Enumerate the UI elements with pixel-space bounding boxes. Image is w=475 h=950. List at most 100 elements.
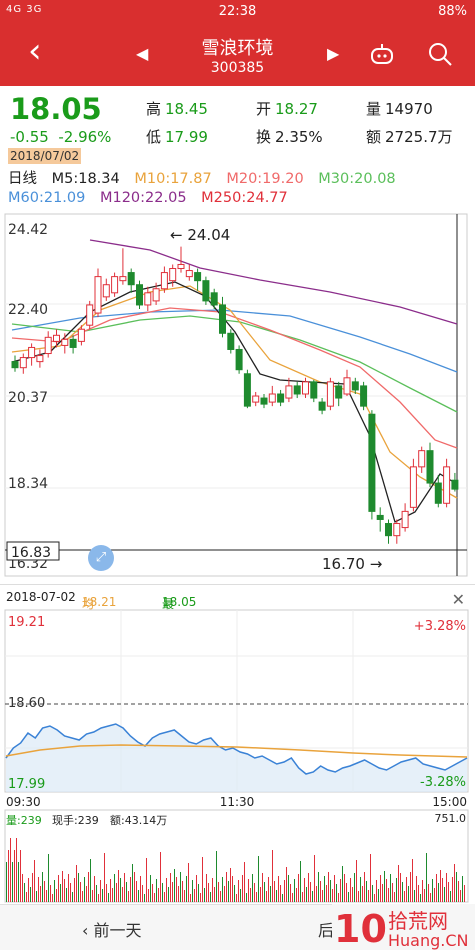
status-bar: 4G 3G 22:38 88% [0,0,475,24]
volume-bar [364,872,365,902]
volume-bar [78,873,79,902]
volume-bar [230,868,231,902]
volume-bar [184,890,185,902]
stock-code: 300385 [210,60,265,76]
volume-bar [168,887,169,902]
time-label-mid: 11:30 [220,795,255,809]
candle [53,334,60,342]
volume-bar [408,886,409,902]
kline-chart[interactable]: 24.42 22.40 20.37 18.34 16.32 16.83 ← 24… [0,212,475,580]
volume-bar [138,890,139,902]
intraday-header: 2018-07-02 均价: 18.21 最新: 18.05 -0.55 -2.… [0,584,475,637]
volume-bar [390,874,391,902]
volume-bar [42,872,43,902]
intraday-y-bot: 17.99 [8,777,45,792]
volume-bar [102,889,103,902]
candle [102,284,110,298]
intraday-pct-bot: -3.28% [420,775,466,790]
change-percent: -2.96% [58,128,112,146]
volume-bar [208,883,209,902]
candle [227,332,235,350]
volume-label: 量:239 [6,814,42,827]
volume-bar [88,872,89,902]
candle [160,272,168,290]
candle [451,479,459,490]
volume-bar [300,861,301,902]
volume-bar [170,873,171,902]
volume-bar [172,882,173,902]
volume-bar [8,850,9,902]
volume-bar [70,883,71,902]
period-label[interactable]: 日线 [8,171,37,187]
volume-bar [324,876,325,902]
volume-bar [218,882,219,902]
volume-bar [388,888,389,902]
volume-bar [66,888,67,902]
volume-bar [220,891,221,902]
volume-bar [270,886,271,902]
volume-bar [194,889,195,902]
volume-bar [14,850,15,902]
candle [302,381,309,395]
now-hand-label: 现手:239 [52,813,99,827]
volume-bar [264,882,265,902]
volume-bar [222,877,223,902]
volume-bar [318,872,319,902]
price-change: -0.55 -2.96% [10,128,111,146]
candle [409,466,417,508]
volume-bar [86,886,87,902]
volume-bar [112,888,113,902]
candle [169,268,177,282]
volume-bar [148,889,149,902]
volume-bar [10,838,11,902]
volume-bar [292,893,293,902]
candle [252,395,260,403]
candle [219,304,226,334]
volume-bar [460,890,461,902]
volume-bar [340,879,341,902]
volume-bar [444,887,445,902]
y-label-4: 18.34 [8,476,48,492]
ma10-label: M10:17.87 [134,171,212,187]
volume-bar [32,873,33,902]
volume-bar [434,888,435,902]
turnover-label: 换 [256,128,272,146]
next-stock-icon[interactable]: ▶ [327,44,339,63]
volume-bar [174,869,175,902]
low-field: 低 17.99 [146,126,208,147]
volume-bar [410,872,411,902]
volume-bar [392,883,393,902]
close-icon[interactable]: ✕ [452,590,465,609]
volume-bar [440,870,441,902]
high-annotation: ← 24.04 [170,226,230,244]
prev-day-button[interactable]: ‹ 前一天 [82,917,142,941]
volume-bar [122,887,123,902]
time-label-close: 15:00 [432,795,467,809]
volume-bar [160,852,161,902]
low-annotation: 16.70 → [322,555,382,573]
volume-bar [202,857,203,902]
volume-bar [54,880,55,902]
volume-bar [90,859,91,902]
volume-bar [80,882,81,902]
ma30-label: M30:20.08 [318,171,396,187]
fullscreen-icon[interactable]: ⤢ [88,545,114,571]
volume-value: 14970 [385,100,433,118]
candle [136,284,143,306]
volume-bar [116,883,117,902]
battery-level: 88% [438,4,467,19]
volume-bar [378,889,379,902]
volume-bar [228,881,229,902]
robot-icon[interactable] [368,42,396,66]
volume-bar [450,891,451,902]
volume-bar [68,874,69,902]
volume-bar [372,885,373,902]
search-icon[interactable] [426,40,454,68]
nav-bar: ‹ ◀ 雪浪环境 300385 ▶ [0,24,475,86]
candle [360,385,368,407]
intraday-chart[interactable]: 19.21 18.60 17.99 +3.28% -3.28% 09:30 11… [0,608,475,904]
volume-bar [326,885,327,902]
candle [277,393,285,403]
volume-bar [248,879,249,902]
volume-bar [398,865,399,902]
